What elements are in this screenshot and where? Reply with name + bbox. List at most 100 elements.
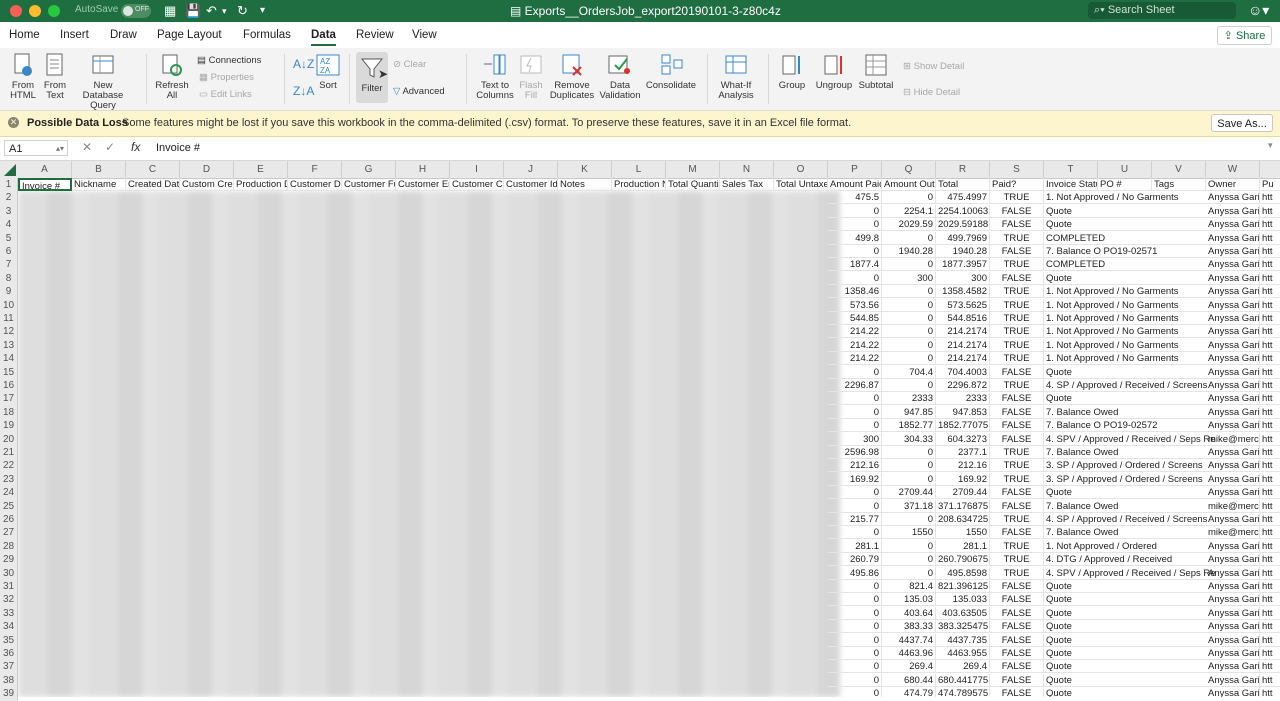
- table-cell[interactable]: 7. Balance Owed: [1044, 406, 1206, 419]
- table-cell[interactable]: 208.634725: [936, 513, 990, 526]
- remove-duplicates-button[interactable]: Remove Duplicates: [548, 52, 596, 101]
- insert-function-icon[interactable]: fx: [131, 140, 140, 154]
- row-header[interactable]: 35: [0, 633, 18, 647]
- table-cell[interactable]: Anyssa Garit: [1206, 379, 1260, 392]
- table-cell[interactable]: 0: [882, 539, 936, 553]
- table-cell[interactable]: Quote: [1044, 580, 1206, 593]
- row-header[interactable]: 16: [0, 379, 18, 393]
- sort-za-icon[interactable]: Z↓A: [293, 84, 314, 98]
- table-cell[interactable]: htt: [1260, 232, 1280, 245]
- table-cell[interactable]: 499.8: [828, 231, 882, 245]
- table-cell[interactable]: 4463.96: [882, 647, 936, 660]
- table-cell[interactable]: Anyssa Garit: [1206, 580, 1260, 593]
- table-cell[interactable]: 135.033: [936, 593, 990, 607]
- table-cell[interactable]: 169.92: [936, 472, 990, 486]
- tab-home[interactable]: Home: [9, 29, 40, 41]
- table-cell[interactable]: 0: [828, 647, 882, 660]
- table-cell[interactable]: TRUE: [990, 352, 1044, 366]
- table-cell[interactable]: 1. Not Approved / No Garments: [1044, 339, 1206, 352]
- row-header[interactable]: 31: [0, 580, 18, 594]
- header-cell[interactable]: Created Date: [126, 178, 180, 191]
- header-cell[interactable]: Amount Paid: [828, 178, 882, 191]
- table-cell[interactable]: htt: [1260, 406, 1280, 419]
- row-header[interactable]: 29: [0, 553, 18, 567]
- show-detail-button[interactable]: ⊞ Show Detail: [903, 61, 964, 72]
- formula-input[interactable]: Invoice #: [156, 142, 200, 154]
- row-header[interactable]: 24: [0, 486, 18, 500]
- table-cell[interactable]: FALSE: [990, 499, 1044, 513]
- tab-review[interactable]: Review: [356, 29, 394, 41]
- header-cell[interactable]: Customer Id: [504, 178, 558, 191]
- table-cell[interactable]: htt: [1260, 486, 1280, 500]
- table-cell[interactable]: 0: [828, 499, 882, 513]
- table-cell[interactable]: 680.44: [882, 673, 936, 687]
- table-cell[interactable]: 2333: [936, 392, 990, 406]
- header-cell[interactable]: Customer Fu: [342, 178, 396, 191]
- table-cell[interactable]: 1852.77: [882, 419, 936, 433]
- table-cell[interactable]: 4437.74: [882, 633, 936, 647]
- table-cell[interactable]: 0: [882, 352, 936, 366]
- table-cell[interactable]: 214.22: [828, 352, 882, 366]
- table-cell[interactable]: 2254.1: [882, 204, 936, 218]
- row-header[interactable]: 14: [0, 352, 18, 366]
- table-cell[interactable]: FALSE: [990, 245, 1044, 258]
- table-cell[interactable]: TRUE: [990, 325, 1044, 339]
- sort-button[interactable]: AZ ZA Sort: [315, 52, 341, 91]
- table-cell[interactable]: Anyssa Garit: [1206, 285, 1260, 299]
- table-cell[interactable]: 0: [882, 298, 936, 312]
- table-cell[interactable]: 4. SP / Approved / Received / Screens: [1044, 513, 1207, 526]
- table-cell[interactable]: 4. SPV / Approved / Received / Seps Re: [1044, 433, 1216, 446]
- table-cell[interactable]: 1940.28: [882, 245, 936, 258]
- table-cell[interactable]: 403.64: [882, 606, 936, 620]
- row-header[interactable]: 26: [0, 513, 18, 527]
- table-cell[interactable]: 260.79: [828, 553, 882, 567]
- table-cell[interactable]: 1877.3957: [936, 258, 990, 272]
- table-cell[interactable]: 573.56: [828, 298, 882, 312]
- table-cell[interactable]: Anyssa Garit: [1206, 338, 1260, 352]
- table-cell[interactable]: 0: [882, 325, 936, 339]
- table-cell[interactable]: 7. Balance O PO19-02571: [1044, 245, 1206, 258]
- table-cell[interactable]: 300: [882, 271, 936, 285]
- table-cell[interactable]: TRUE: [990, 191, 1044, 205]
- table-cell[interactable]: Quote: [1044, 218, 1206, 232]
- table-cell[interactable]: 0: [828, 673, 882, 687]
- table-cell[interactable]: htt: [1260, 500, 1280, 513]
- clear-filter-button[interactable]: ⊘ Clear: [393, 59, 426, 70]
- header-cell[interactable]: Production N: [612, 178, 666, 191]
- table-cell[interactable]: COMPLETED: [1044, 232, 1206, 245]
- table-cell[interactable]: htt: [1260, 258, 1280, 272]
- column-header-V[interactable]: V: [1152, 161, 1206, 178]
- table-cell[interactable]: 544.85: [828, 312, 882, 325]
- ungroup-button[interactable]: Ungroup: [814, 52, 854, 91]
- table-cell[interactable]: 403.63505: [936, 606, 990, 620]
- edit-links-button[interactable]: ▭ Edit Links: [199, 89, 252, 100]
- table-cell[interactable]: htt: [1260, 312, 1280, 325]
- row-header[interactable]: 34: [0, 620, 18, 634]
- table-cell[interactable]: htt: [1260, 593, 1280, 607]
- column-header-A[interactable]: A: [18, 161, 72, 178]
- column-header-O[interactable]: O: [774, 161, 828, 178]
- hide-detail-button[interactable]: ⊟ Hide Detail: [903, 87, 960, 98]
- customize-toolbar-icon[interactable]: ▾: [260, 3, 265, 19]
- row-header[interactable]: 6: [0, 245, 18, 259]
- table-cell[interactable]: 212.16: [828, 459, 882, 473]
- row-header[interactable]: 15: [0, 365, 18, 379]
- table-cell[interactable]: Quote: [1044, 687, 1206, 697]
- table-cell[interactable]: 0: [882, 459, 936, 473]
- table-cell[interactable]: 215.77: [828, 513, 882, 526]
- table-cell[interactable]: 1. Not Approved / No Garments: [1044, 285, 1206, 299]
- table-cell[interactable]: 0: [882, 191, 936, 205]
- header-cell[interactable]: Owner: [1206, 178, 1260, 191]
- table-cell[interactable]: 214.2174: [936, 352, 990, 366]
- row-header[interactable]: 30: [0, 566, 18, 580]
- table-cell[interactable]: mike@merch: [1206, 526, 1260, 540]
- table-cell[interactable]: 0: [882, 231, 936, 245]
- table-cell[interactable]: 680.441775: [936, 673, 990, 687]
- table-cell[interactable]: 1550: [936, 526, 990, 540]
- column-header-D[interactable]: D: [180, 161, 234, 178]
- table-cell[interactable]: 1. Not Approved / No Garments: [1044, 312, 1206, 325]
- table-cell[interactable]: 0: [828, 687, 882, 697]
- dismiss-warning-icon[interactable]: ✕: [8, 117, 19, 128]
- table-cell[interactable]: FALSE: [990, 365, 1044, 379]
- tab-page-layout[interactable]: Page Layout: [157, 29, 222, 41]
